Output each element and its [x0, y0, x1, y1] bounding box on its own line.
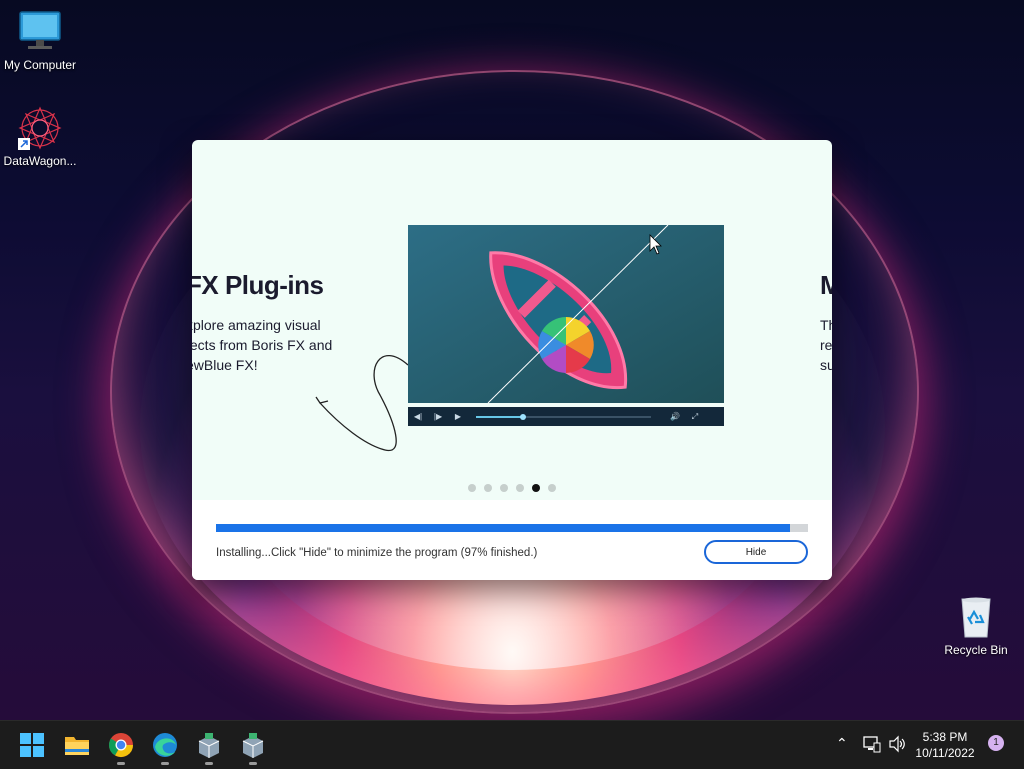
file-explorer-icon[interactable]: [63, 731, 91, 759]
install-progress-fill: [216, 524, 791, 532]
slide-title: FX Plug-ins: [192, 270, 324, 300]
next-slide-description: Th re su: [820, 317, 832, 373]
installer-app-icon[interactable]: [195, 731, 223, 765]
network-icon[interactable]: [863, 735, 881, 758]
decorative-arrow: [315, 354, 409, 452]
step-icon[interactable]: |▶: [428, 412, 448, 421]
carousel-dot[interactable]: [532, 484, 540, 492]
video-controls: ◀| |▶ ▶ 🔊 ⤢: [408, 407, 724, 426]
desktop-icon-datawagon[interactable]: DataWagon...: [0, 106, 80, 168]
desktop-icon-label: DataWagon...: [3, 154, 77, 168]
boat-image: [408, 225, 724, 403]
install-footer: Installing...Click "Hide" to minimize th…: [192, 500, 832, 580]
volume-icon[interactable]: 🔊: [665, 412, 685, 421]
carousel-dot[interactable]: [500, 484, 508, 492]
installer-app-icon[interactable]: [239, 731, 267, 765]
rewind-icon[interactable]: ◀|: [408, 412, 428, 421]
clock-time: 5:38 PM: [922, 730, 968, 744]
taskbar: ⌃ 5:38 PM 10/11/2022: [0, 720, 1024, 769]
slide-next-peek: M Th re su: [820, 270, 832, 375]
volume-icon[interactable]: [888, 735, 906, 758]
next-slide-title: M: [820, 270, 832, 300]
notification-badge[interactable]: 1: [988, 735, 1004, 751]
carousel-dot[interactable]: [468, 484, 476, 492]
carousel-dot[interactable]: [484, 484, 492, 492]
desktop-icon-label: My Computer: [3, 58, 77, 72]
start-icon[interactable]: [18, 731, 46, 759]
installer-window: FX Plug-ins xplore amazing visual fects …: [192, 140, 832, 580]
edge-icon[interactable]: [151, 731, 179, 765]
play-icon[interactable]: ▶: [448, 412, 468, 421]
chevron-up-icon[interactable]: ⌃: [836, 735, 848, 752]
desktop-icon-my-computer[interactable]: My Computer: [0, 10, 80, 72]
hide-button[interactable]: Hide: [704, 540, 808, 564]
desktop-icon-label: Recycle Bin: [944, 643, 1008, 657]
system-clock[interactable]: 5:38 PM 10/11/2022: [910, 729, 980, 761]
datawagon-app-icon: [18, 106, 62, 150]
video-preview[interactable]: [408, 225, 724, 403]
install-status-text: Installing...Click "Hide" to minimize th…: [216, 547, 538, 559]
video-seek-bar[interactable]: [476, 413, 651, 420]
clock-date: 10/11/2022: [915, 746, 975, 760]
desktop-icon-recycle-bin[interactable]: Recycle Bin: [936, 595, 1016, 657]
chrome-icon[interactable]: [107, 731, 135, 765]
fullscreen-icon[interactable]: ⤢: [685, 412, 705, 422]
install-progress-bar: [216, 524, 808, 532]
carousel-dot[interactable]: [516, 484, 524, 492]
monitor-icon: [18, 10, 62, 54]
recycle-bin-icon: [954, 595, 998, 639]
carousel-dot[interactable]: [548, 484, 556, 492]
seek-knob[interactable]: [520, 413, 527, 420]
carousel-dots: [468, 484, 556, 492]
